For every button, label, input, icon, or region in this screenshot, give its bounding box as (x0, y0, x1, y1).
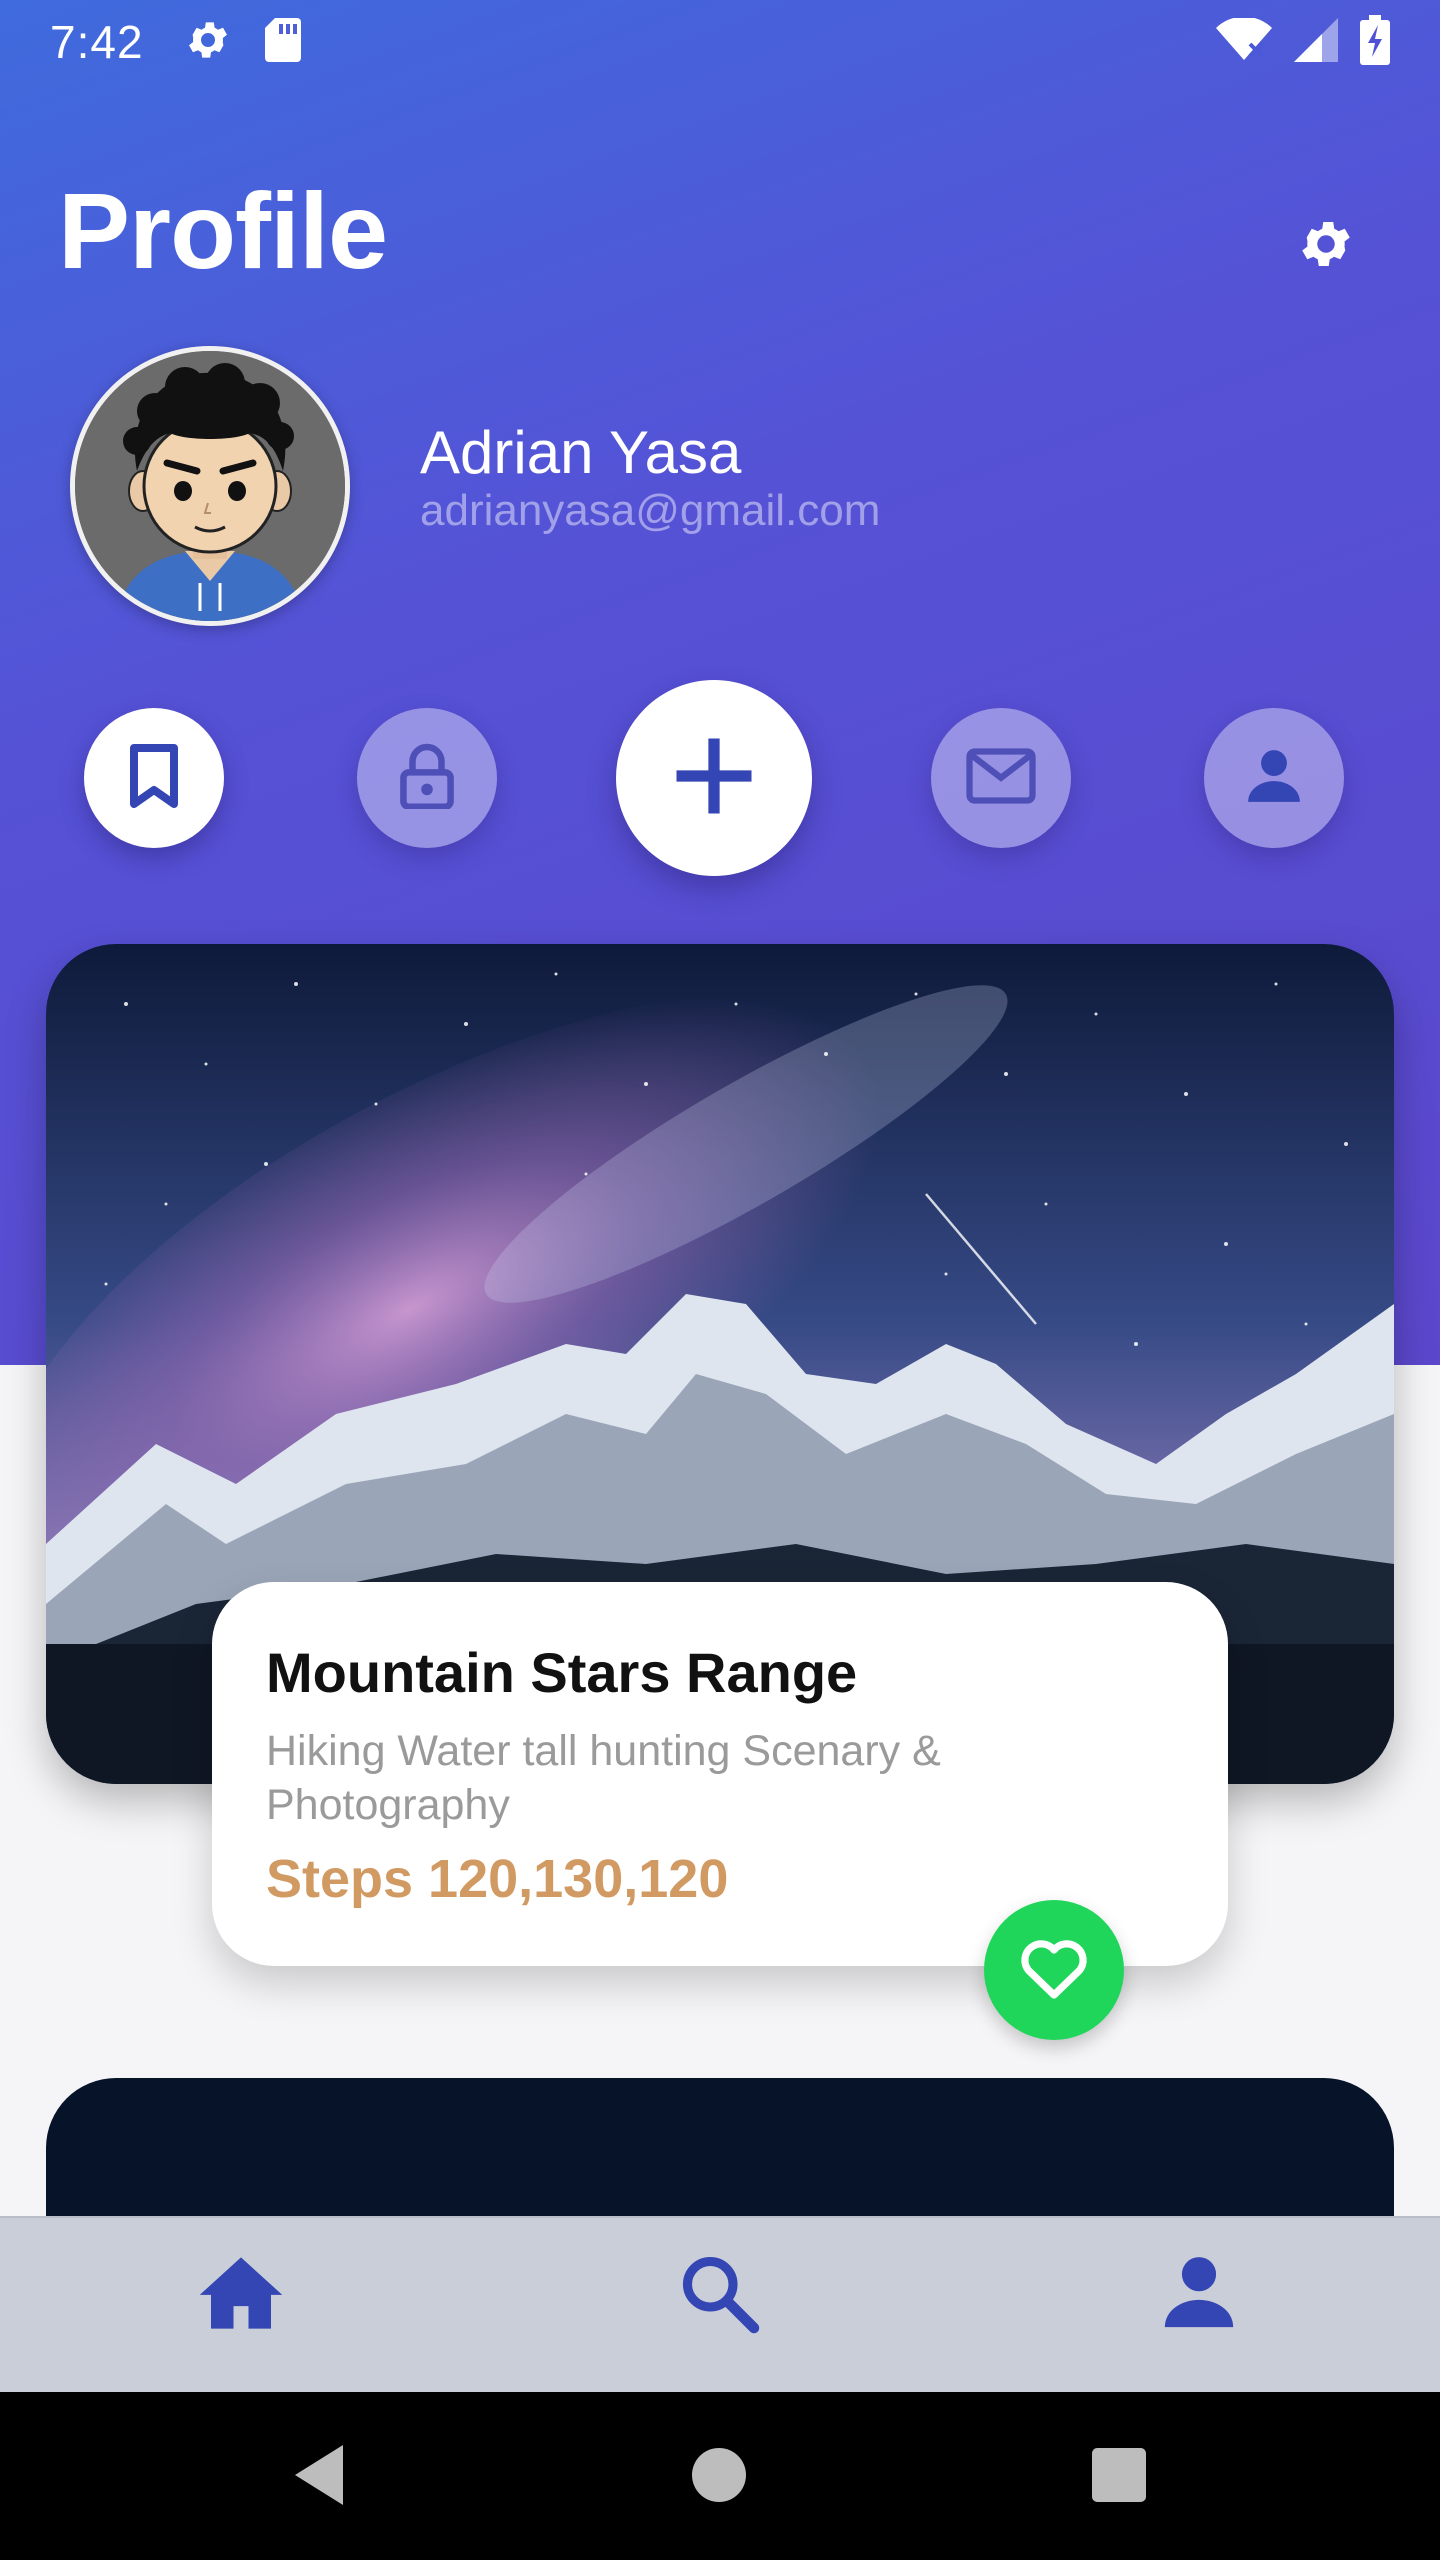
nav-home[interactable] (186, 2240, 296, 2350)
battery-charging-icon (1360, 14, 1390, 70)
home-circle-icon (692, 2447, 746, 2507)
bookmark-icon (126, 743, 182, 813)
card-title: Mountain Stars Range (266, 1641, 858, 1704)
profile-button[interactable] (1204, 708, 1344, 848)
lock-button[interactable] (357, 708, 497, 848)
page-title: Profile (58, 170, 388, 291)
gear-icon (1296, 214, 1356, 279)
heart-icon (1018, 1935, 1090, 2006)
gear-icon (184, 16, 232, 69)
favorite-button[interactable] (984, 1900, 1124, 2040)
lock-icon (398, 743, 456, 814)
mail-icon (966, 747, 1036, 809)
user-name: Adrian Yasa (420, 419, 742, 486)
signal-icon (1294, 17, 1338, 67)
home-icon (196, 2253, 286, 2338)
avatar[interactable] (70, 346, 350, 626)
nav-profile[interactable] (1144, 2240, 1254, 2350)
back-icon (289, 2442, 349, 2513)
mail-button[interactable] (931, 708, 1071, 848)
bottom-navigation (0, 2216, 1440, 2392)
status-bar: 7:42 (0, 0, 1440, 84)
wifi-icon (1216, 16, 1272, 67)
system-recents-button[interactable] (1074, 2432, 1164, 2522)
settings-button[interactable] (1290, 210, 1362, 282)
status-time: 7:42 (50, 16, 144, 68)
system-navigation (0, 2392, 1440, 2560)
card-subtitle: Hiking Water tall hunting Scenary & Phot… (266, 1727, 941, 1829)
bookmark-button[interactable] (84, 708, 224, 848)
user-email: adrianyasa@gmail.com (420, 486, 881, 535)
search-icon (677, 2251, 761, 2340)
recents-icon (1092, 2447, 1146, 2507)
person-icon (1158, 2252, 1240, 2339)
card-steps: Steps 120,130,120 (266, 1849, 729, 1909)
sd-card-icon (262, 16, 304, 69)
system-back-button[interactable] (274, 2432, 364, 2522)
plus-icon (669, 731, 759, 826)
add-button[interactable] (616, 680, 812, 876)
system-home-button[interactable] (674, 2432, 764, 2522)
nav-search[interactable] (664, 2240, 774, 2350)
person-icon (1243, 745, 1305, 812)
